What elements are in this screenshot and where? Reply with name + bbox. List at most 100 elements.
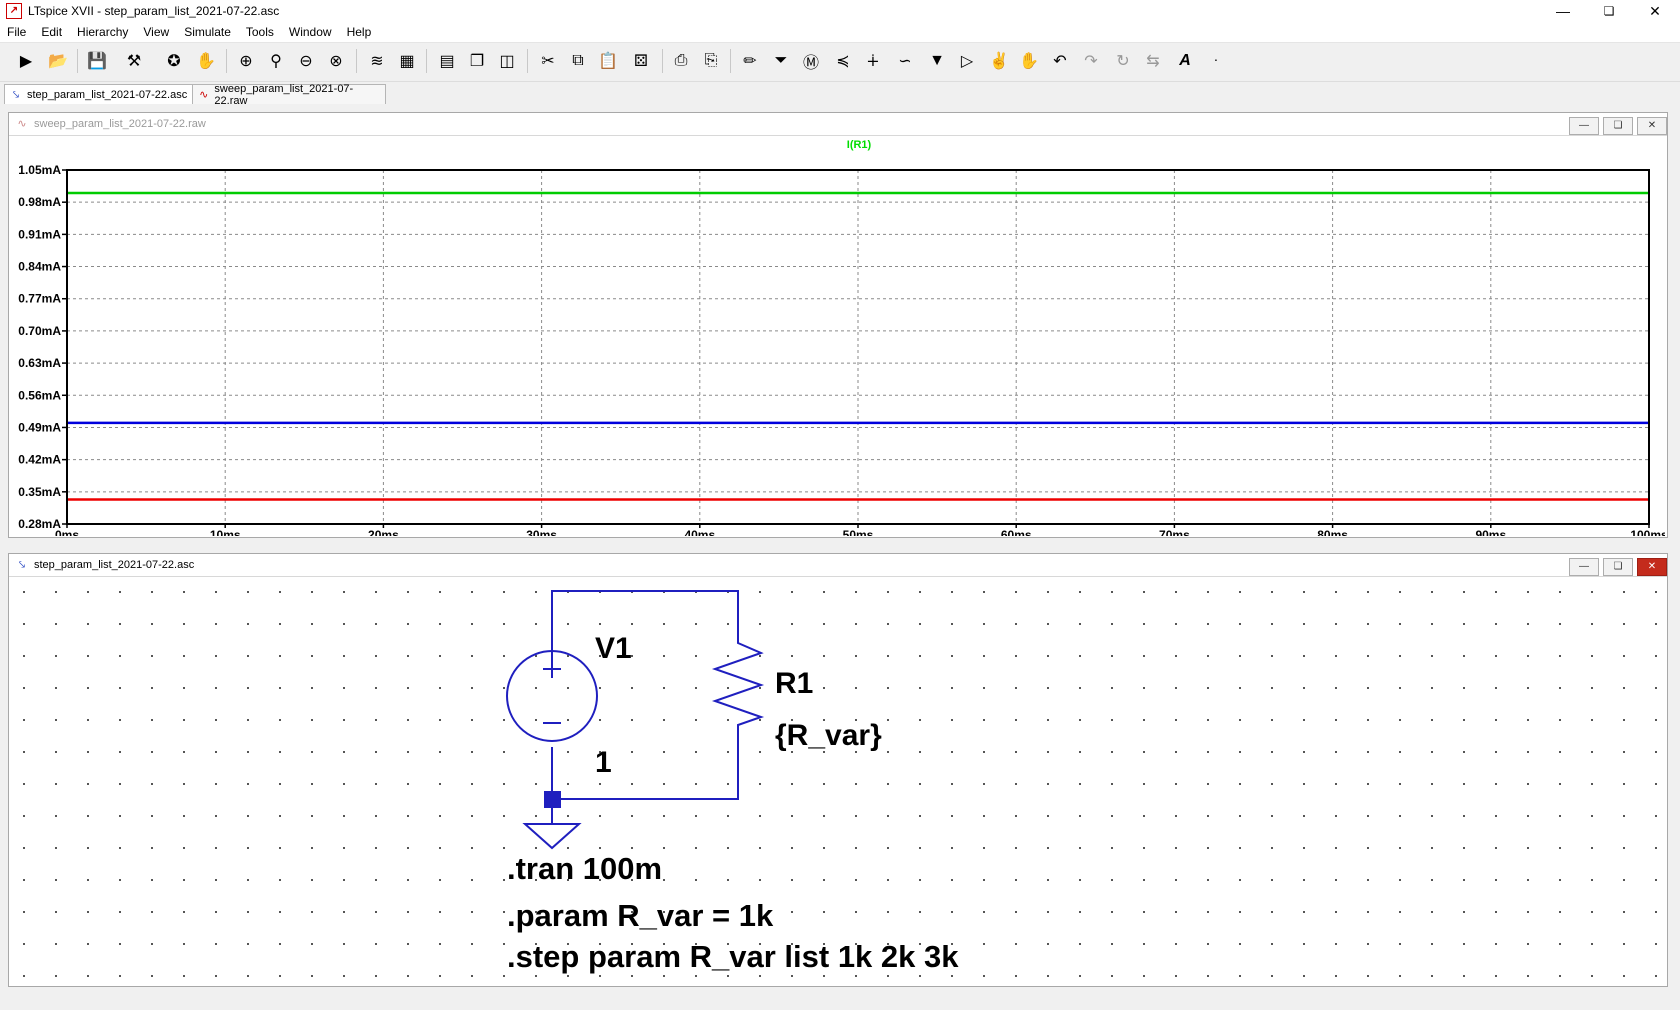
resistor-icon[interactable]: ≼ bbox=[830, 48, 856, 74]
x-tick-label: 90ms bbox=[1475, 528, 1506, 536]
paste-icon[interactable]: 📋 bbox=[595, 48, 621, 74]
waveform-restore-button[interactable]: ❏ bbox=[1603, 117, 1633, 135]
spice-directive-icon[interactable]: ⋅ bbox=[1203, 48, 1229, 74]
tile-vertical-icon[interactable]: ◫ bbox=[494, 48, 520, 74]
window-title: LTspice XVII - step_param_list_2021-07-2… bbox=[28, 4, 280, 18]
grid-icon[interactable]: ▦ bbox=[394, 48, 420, 74]
menu-file[interactable]: File bbox=[0, 25, 34, 39]
menu-bar: File Edit Hierarchy View Simulate Tools … bbox=[0, 22, 1680, 43]
print-icon[interactable]: ⎙ bbox=[668, 48, 694, 74]
component-icon[interactable]: ▷ bbox=[954, 48, 980, 74]
zoom-fit-icon[interactable]: ⊗ bbox=[323, 48, 349, 74]
tab-waveform[interactable]: ∿ sweep_param_list_2021-07-22.raw bbox=[192, 83, 386, 107]
text-icon[interactable]: A bbox=[1172, 48, 1198, 74]
cascade-icon[interactable]: ❐ bbox=[464, 48, 490, 74]
waveform-window: ∿ sweep_param_list_2021-07-22.raw — ❏ ✕ … bbox=[8, 112, 1668, 538]
halt-icon[interactable]: ✪ bbox=[161, 48, 187, 74]
y-axis-ticks: 1.05mA 0.98mA 0.91mA 0.84mA 0.77mA 0.70mA 0.63… bbox=[18, 163, 67, 531]
schematic-minimize-button[interactable]: — bbox=[1569, 558, 1599, 576]
x-tick-label: 50ms bbox=[843, 528, 874, 536]
zoom-area-icon[interactable]: ⚲ bbox=[263, 48, 289, 74]
x-tick-label: 40ms bbox=[684, 528, 715, 536]
y-tick-label: 0.70mA bbox=[18, 324, 61, 338]
resistor-value-label[interactable]: {R_var} bbox=[775, 719, 882, 752]
undo-icon[interactable]: ↶ bbox=[1047, 48, 1073, 74]
schematic-window: ⤥ step_param_list_2021-07-22.asc — ❏ ✕ V… bbox=[8, 553, 1668, 987]
find-icon[interactable]: ⚄ bbox=[628, 48, 654, 74]
close-window-icon[interactable]: ✕ bbox=[1632, 0, 1678, 22]
tab-schematic-label: step_param_list_2021-07-22.asc bbox=[27, 88, 188, 101]
tile-horizontal-icon[interactable]: ▤ bbox=[434, 48, 460, 74]
open-icon[interactable]: 📂 bbox=[45, 48, 71, 74]
param-directive[interactable]: .param R_var = 1k bbox=[507, 898, 774, 933]
menu-hierarchy[interactable]: Hierarchy bbox=[70, 25, 136, 39]
inductor-icon[interactable]: ∽ bbox=[892, 48, 918, 74]
schematic-window-titlebar: ⤥ step_param_list_2021-07-22.asc bbox=[9, 554, 1667, 577]
waveform-minimize-button[interactable]: — bbox=[1569, 117, 1599, 135]
x-tick-label: 100ms bbox=[1630, 528, 1665, 536]
mirror-icon[interactable]: ⇆ bbox=[1140, 48, 1166, 74]
y-tick-label: 0.98mA bbox=[18, 195, 61, 209]
x-tick-label: 10ms bbox=[210, 528, 241, 536]
tab-schematic[interactable]: ⤥ step_param_list_2021-07-22.asc bbox=[4, 84, 198, 104]
wire-icon[interactable]: ✏ bbox=[737, 48, 763, 74]
y-tick-label: 0.63mA bbox=[18, 356, 61, 370]
rotate-icon[interactable]: ↻ bbox=[1110, 48, 1136, 74]
step-directive[interactable]: .step param R_var list 1k 2k 3k bbox=[507, 939, 959, 974]
waveform-window-title: sweep_param_list_2021-07-22.raw bbox=[34, 118, 206, 130]
ltspice-app-icon: ↗ bbox=[6, 3, 22, 19]
resistor-name-label[interactable]: R1 bbox=[775, 667, 813, 700]
control-panel-icon[interactable]: ⚒ bbox=[121, 48, 147, 74]
label-icon[interactable]: Ⓜ bbox=[798, 48, 824, 74]
menu-view[interactable]: View bbox=[136, 25, 177, 39]
cut-icon[interactable]: ✂ bbox=[535, 48, 561, 74]
capacitor-icon[interactable]: ∔ bbox=[860, 48, 886, 74]
autorange-icon[interactable]: ≋ bbox=[364, 48, 390, 74]
schematic-restore-button[interactable]: ❏ bbox=[1603, 558, 1633, 576]
menu-window[interactable]: Window bbox=[282, 25, 340, 39]
junction-node[interactable] bbox=[544, 791, 561, 808]
x-tick-label: 60ms bbox=[1001, 528, 1032, 536]
y-tick-label: 0.49mA bbox=[18, 420, 61, 434]
y-tick-label: 0.91mA bbox=[18, 227, 61, 241]
waveform-window-titlebar: ∿ sweep_param_list_2021-07-22.raw bbox=[9, 113, 1667, 136]
plot-grid bbox=[67, 170, 1649, 524]
x-tick-label: 30ms bbox=[526, 528, 557, 536]
pan-icon[interactable]: ✋ bbox=[193, 48, 219, 74]
restore-window-icon[interactable]: ❏ bbox=[1586, 0, 1632, 22]
redo-icon[interactable]: ↷ bbox=[1078, 48, 1104, 74]
schematic-window-title: step_param_list_2021-07-22.asc bbox=[34, 559, 195, 571]
menu-edit[interactable]: Edit bbox=[34, 25, 70, 39]
copy-icon[interactable]: ⧉ bbox=[565, 48, 591, 74]
menu-tools[interactable]: Tools bbox=[239, 25, 282, 39]
window-title-bar: ↗ LTspice XVII - step_param_list_2021-07… bbox=[0, 0, 1680, 22]
save-icon[interactable]: 💾 bbox=[84, 48, 110, 74]
schematic-canvas[interactable]: V1 1 R1 {R_var} .tran 100m .param R_var … bbox=[9, 577, 1665, 985]
source-value-label[interactable]: 1 bbox=[595, 746, 612, 779]
x-tick-label: 0ms bbox=[55, 528, 79, 536]
waveform-plot[interactable]: I(R1) 1.05mA 0.98mA 0.91mA 0.84mA 0.77mA 0.70… bbox=[9, 136, 1665, 536]
menu-simulate[interactable]: Simulate bbox=[177, 25, 239, 39]
source-name-label[interactable]: V1 bbox=[595, 632, 632, 665]
zoom-in-icon[interactable]: ⊕ bbox=[233, 48, 259, 74]
x-tick-label: 80ms bbox=[1317, 528, 1348, 536]
schematic-close-button[interactable]: ✕ bbox=[1637, 558, 1667, 576]
tran-directive[interactable]: .tran 100m bbox=[507, 851, 662, 886]
minimize-window-icon[interactable]: — bbox=[1540, 0, 1586, 22]
ground-icon[interactable]: ⏷ bbox=[768, 48, 794, 74]
diode-icon[interactable]: ▼ bbox=[924, 48, 950, 74]
trace-label-i-r1[interactable]: I(R1) bbox=[847, 139, 872, 151]
schematic-grid bbox=[9, 577, 1665, 985]
y-tick-label: 0.77mA bbox=[18, 292, 61, 306]
y-tick-label: 0.42mA bbox=[18, 453, 61, 467]
menu-help[interactable]: Help bbox=[340, 25, 380, 39]
document-tabs: ⤥ step_param_list_2021-07-22.asc ∿ sweep… bbox=[0, 82, 1680, 107]
toolbar: ▶ 📂 💾 ⚒ ✪ ✋ ⊕ ⚲ ⊖ ⊗ ≋ ▦ ▤ ❐ ◫ ✂ ⧉ 📋 ⚄ ⎙ … bbox=[0, 43, 1680, 82]
y-tick-label: 0.35mA bbox=[18, 485, 61, 499]
waveform-close-button[interactable]: ✕ bbox=[1637, 117, 1667, 135]
move-icon[interactable]: ✌ bbox=[986, 48, 1012, 74]
zoom-out-icon[interactable]: ⊖ bbox=[293, 48, 319, 74]
drag-icon[interactable]: ✋ bbox=[1016, 48, 1042, 74]
print-setup-icon[interactable]: ⎘ bbox=[698, 48, 724, 74]
run-icon[interactable]: ▶ bbox=[13, 48, 39, 74]
